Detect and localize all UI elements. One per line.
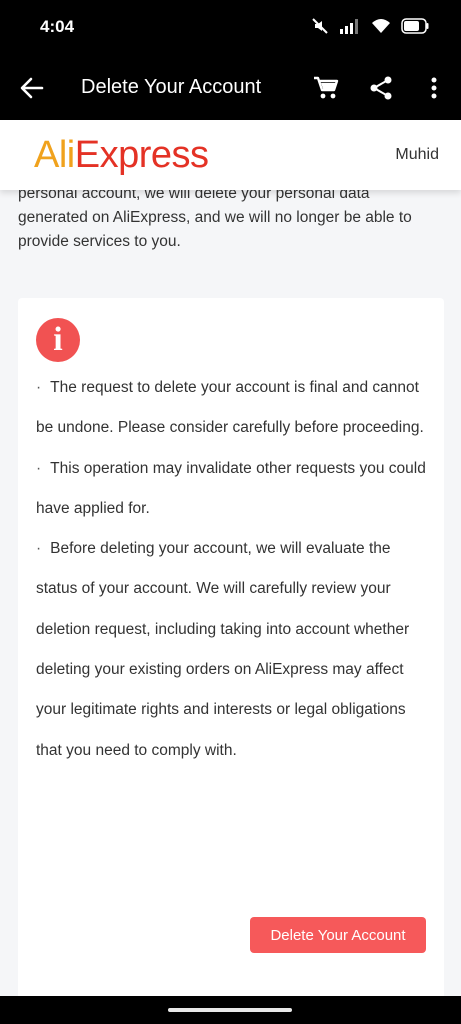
intro-text: personal account, we will delete your pe… xyxy=(18,185,412,250)
notice-item: · The request to delete your account is f… xyxy=(36,368,434,449)
mute-icon xyxy=(312,18,328,34)
content-area[interactable]: AliExpress Muhid personal account, we wi… xyxy=(0,120,461,996)
status-time: 4:04 xyxy=(40,17,75,36)
wifi-icon xyxy=(372,19,390,33)
notice-card: i · The request to delete your account is… xyxy=(18,298,444,996)
status-icons xyxy=(311,17,429,35)
notice-item-text: The request to delete your account is fi… xyxy=(36,379,424,437)
signal-icon xyxy=(340,19,358,34)
logo-ali: Ali xyxy=(34,134,75,176)
notice-list: · The request to delete your account is f… xyxy=(36,368,434,771)
cart-icon xyxy=(314,76,339,99)
notice-item-text: This operation may invalidate other requ… xyxy=(36,459,426,517)
page-title: Delete Your Account xyxy=(81,76,262,98)
share-icon xyxy=(370,76,392,100)
site-header: AliExpress Muhid xyxy=(0,120,461,190)
bullet: · xyxy=(36,540,42,558)
bullet: · xyxy=(36,379,42,396)
cart-button[interactable] xyxy=(312,74,340,102)
aliexpress-logo[interactable]: AliExpress xyxy=(34,134,209,177)
battery-icon xyxy=(401,18,429,34)
share-button[interactable] xyxy=(367,74,395,102)
notice-item: · Before deleting your account, we will e… xyxy=(36,529,434,771)
status-bar: 4:04 xyxy=(0,0,461,56)
app-bar: Delete Your Account xyxy=(0,56,461,120)
delete-account-button[interactable]: Delete Your Account xyxy=(250,917,426,953)
more-vertical-icon xyxy=(431,77,437,99)
back-button[interactable] xyxy=(18,74,46,102)
notice-item-text: Before deleting your account, we will ev… xyxy=(36,540,410,759)
user-name: Muhid xyxy=(395,146,439,163)
more-options-button[interactable] xyxy=(420,74,448,102)
notice-item: · This operation may invalidate other req… xyxy=(36,449,434,530)
info-icon: i xyxy=(36,318,80,362)
system-nav-bar xyxy=(0,996,461,1024)
bullet: · xyxy=(36,459,42,477)
logo-express: Express xyxy=(74,134,209,176)
back-arrow-icon xyxy=(20,77,44,99)
home-indicator[interactable] xyxy=(168,1008,292,1012)
